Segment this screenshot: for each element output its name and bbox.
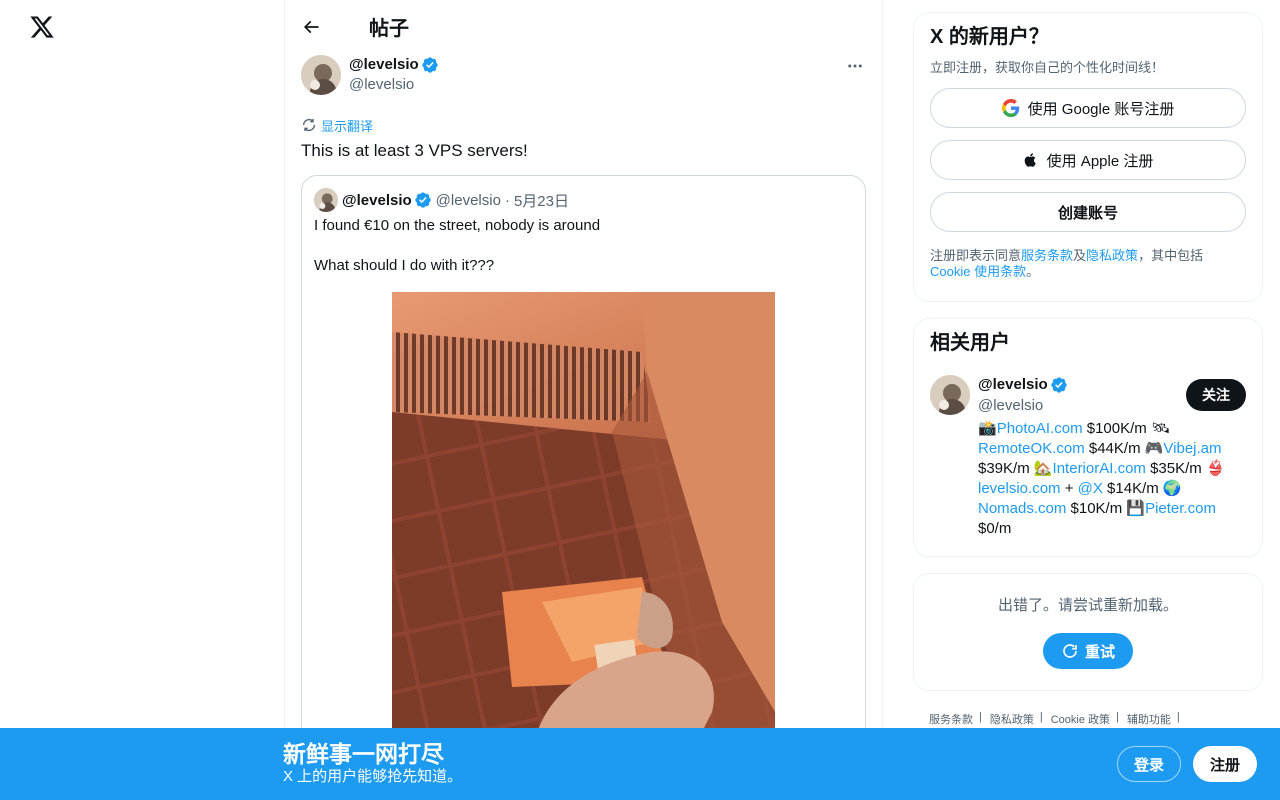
left-rail xyxy=(0,0,284,800)
legal-text: 注册即表示同意服务条款及隐私政策，其中包括 Cookie 使用条款。 xyxy=(930,248,1204,279)
signup-card: X 的新用户？ 立即注册，获取你自己的个性化时间线！ 使用 Google 账号注… xyxy=(913,12,1263,302)
terms-link[interactable]: 服务条款 xyxy=(1021,248,1073,263)
error-message: 出错了。请尝试重新加载。 xyxy=(997,597,1178,614)
quote-display-name: @levelsio xyxy=(342,191,412,209)
related-users-card: 相关用户 @levelsio @levelsio 📸PhotoAI.com $1… xyxy=(913,318,1263,557)
avatar xyxy=(314,188,338,212)
footer-terms-link[interactable]: 服务条款 xyxy=(929,711,973,727)
banner-title: 新鲜事一网打尽 xyxy=(283,741,444,767)
cookie-link[interactable]: Cookie 使用条款 xyxy=(930,264,1026,279)
back-arrow-icon[interactable] xyxy=(299,15,323,39)
footer-links: 服务条款 | 隐私政策 | Cookie 政策 | 辅助功能 | xyxy=(929,711,1180,727)
bio-link[interactable]: Pieter.com xyxy=(1145,500,1216,517)
related-display-name[interactable]: @levelsio xyxy=(978,375,1048,395)
retry-button[interactable]: 重试 xyxy=(1042,633,1133,669)
quote-date: 5月23日 xyxy=(513,192,569,210)
bio-link[interactable]: levelsio.com xyxy=(978,480,1061,497)
quote-text: I found €10 on the street, nobody is aro… xyxy=(314,216,853,276)
signup-card-title: X 的新用户？ xyxy=(930,26,1049,48)
apple-icon xyxy=(1023,151,1039,169)
footer-privacy-link[interactable]: 隐私政策 xyxy=(990,711,1034,727)
bio-link[interactable]: Vibej.am xyxy=(1163,440,1221,457)
footer-cookie-link[interactable]: Cookie 政策 xyxy=(1051,711,1110,727)
bio-link[interactable]: InteriorAI.com xyxy=(1053,460,1146,477)
refresh-icon xyxy=(1061,642,1079,660)
bio-link[interactable]: PhotoAI.com xyxy=(997,420,1083,437)
related-users-title: 相关用户 xyxy=(930,332,1010,354)
google-icon xyxy=(1001,99,1020,117)
main-column: 帖子 @levelsio @levelsio 显示翻译 This is at l… xyxy=(284,0,883,800)
signup-banner: 新鲜事一网打尽 X 上的用户能够抢先知道。 登录 注册 xyxy=(0,728,1280,800)
quote-line: What should I do with it??? xyxy=(314,257,495,274)
follow-button[interactable]: 关注 xyxy=(1186,379,1246,411)
related-bio: 📸PhotoAI.com $100K/m 🛰 RemoteOK.com $44K… xyxy=(978,420,1225,537)
separator: · xyxy=(504,191,510,209)
verified-badge-icon xyxy=(421,56,439,74)
more-icon[interactable] xyxy=(844,55,866,77)
bio-link[interactable]: Nomads.com xyxy=(978,500,1066,517)
create-account-button[interactable]: 创建账号 xyxy=(930,192,1246,232)
post-author: @levelsio @levelsio xyxy=(301,55,866,99)
post: @levelsio @levelsio 显示翻译 This is at leas… xyxy=(285,55,882,775)
footer-accessibility-link[interactable]: 辅助功能 xyxy=(1127,711,1171,727)
verified-badge-icon xyxy=(414,191,432,209)
signup-button[interactable]: 注册 xyxy=(1193,746,1257,782)
quote-handle: @levelsio xyxy=(435,191,501,209)
quote-photo[interactable] xyxy=(392,292,775,752)
x-logo-icon[interactable] xyxy=(28,12,56,42)
translate-icon xyxy=(301,117,317,133)
privacy-link[interactable]: 隐私政策 xyxy=(1086,248,1138,263)
avatar[interactable] xyxy=(930,375,970,415)
bio-link[interactable]: RemoteOK.com xyxy=(978,440,1085,457)
related-user[interactable]: @levelsio @levelsio 📸PhotoAI.com $100K/m… xyxy=(930,375,1246,539)
error-card: 出错了。请尝试重新加载。 重试 xyxy=(913,573,1263,691)
signup-card-subtitle: 立即注册，获取你自己的个性化时间线！ xyxy=(930,60,1165,75)
quote-line: I found €10 on the street, nobody is aro… xyxy=(314,217,601,234)
banner-subtitle: X 上的用户能够抢先知道。 xyxy=(283,768,463,785)
author-display-name[interactable]: @levelsio xyxy=(349,55,419,75)
apple-signup-button[interactable]: 使用 Apple 注册 xyxy=(930,140,1246,180)
author-handle[interactable]: @levelsio xyxy=(349,75,439,95)
post-text: This is at least 3 VPS servers! xyxy=(301,141,528,160)
verified-badge-icon xyxy=(1050,376,1068,394)
login-button[interactable]: 登录 xyxy=(1117,746,1181,782)
bio-link[interactable]: @X xyxy=(1078,480,1103,497)
show-translation-link[interactable]: 显示翻译 xyxy=(301,115,373,135)
google-signup-button[interactable]: 使用 Google 账号注册 xyxy=(930,88,1246,128)
avatar[interactable] xyxy=(301,55,341,95)
quoted-post[interactable]: @levelsio @levelsio · 5月23日 I found €10 … xyxy=(301,175,866,775)
quote-author: @levelsio @levelsio · 5月23日 xyxy=(314,188,853,212)
page-title: 帖子 xyxy=(369,18,409,40)
page-header: 帖子 xyxy=(285,0,882,53)
right-sidebar: X 的新用户？ 立即注册，获取你自己的个性化时间线！ 使用 Google 账号注… xyxy=(913,12,1263,727)
